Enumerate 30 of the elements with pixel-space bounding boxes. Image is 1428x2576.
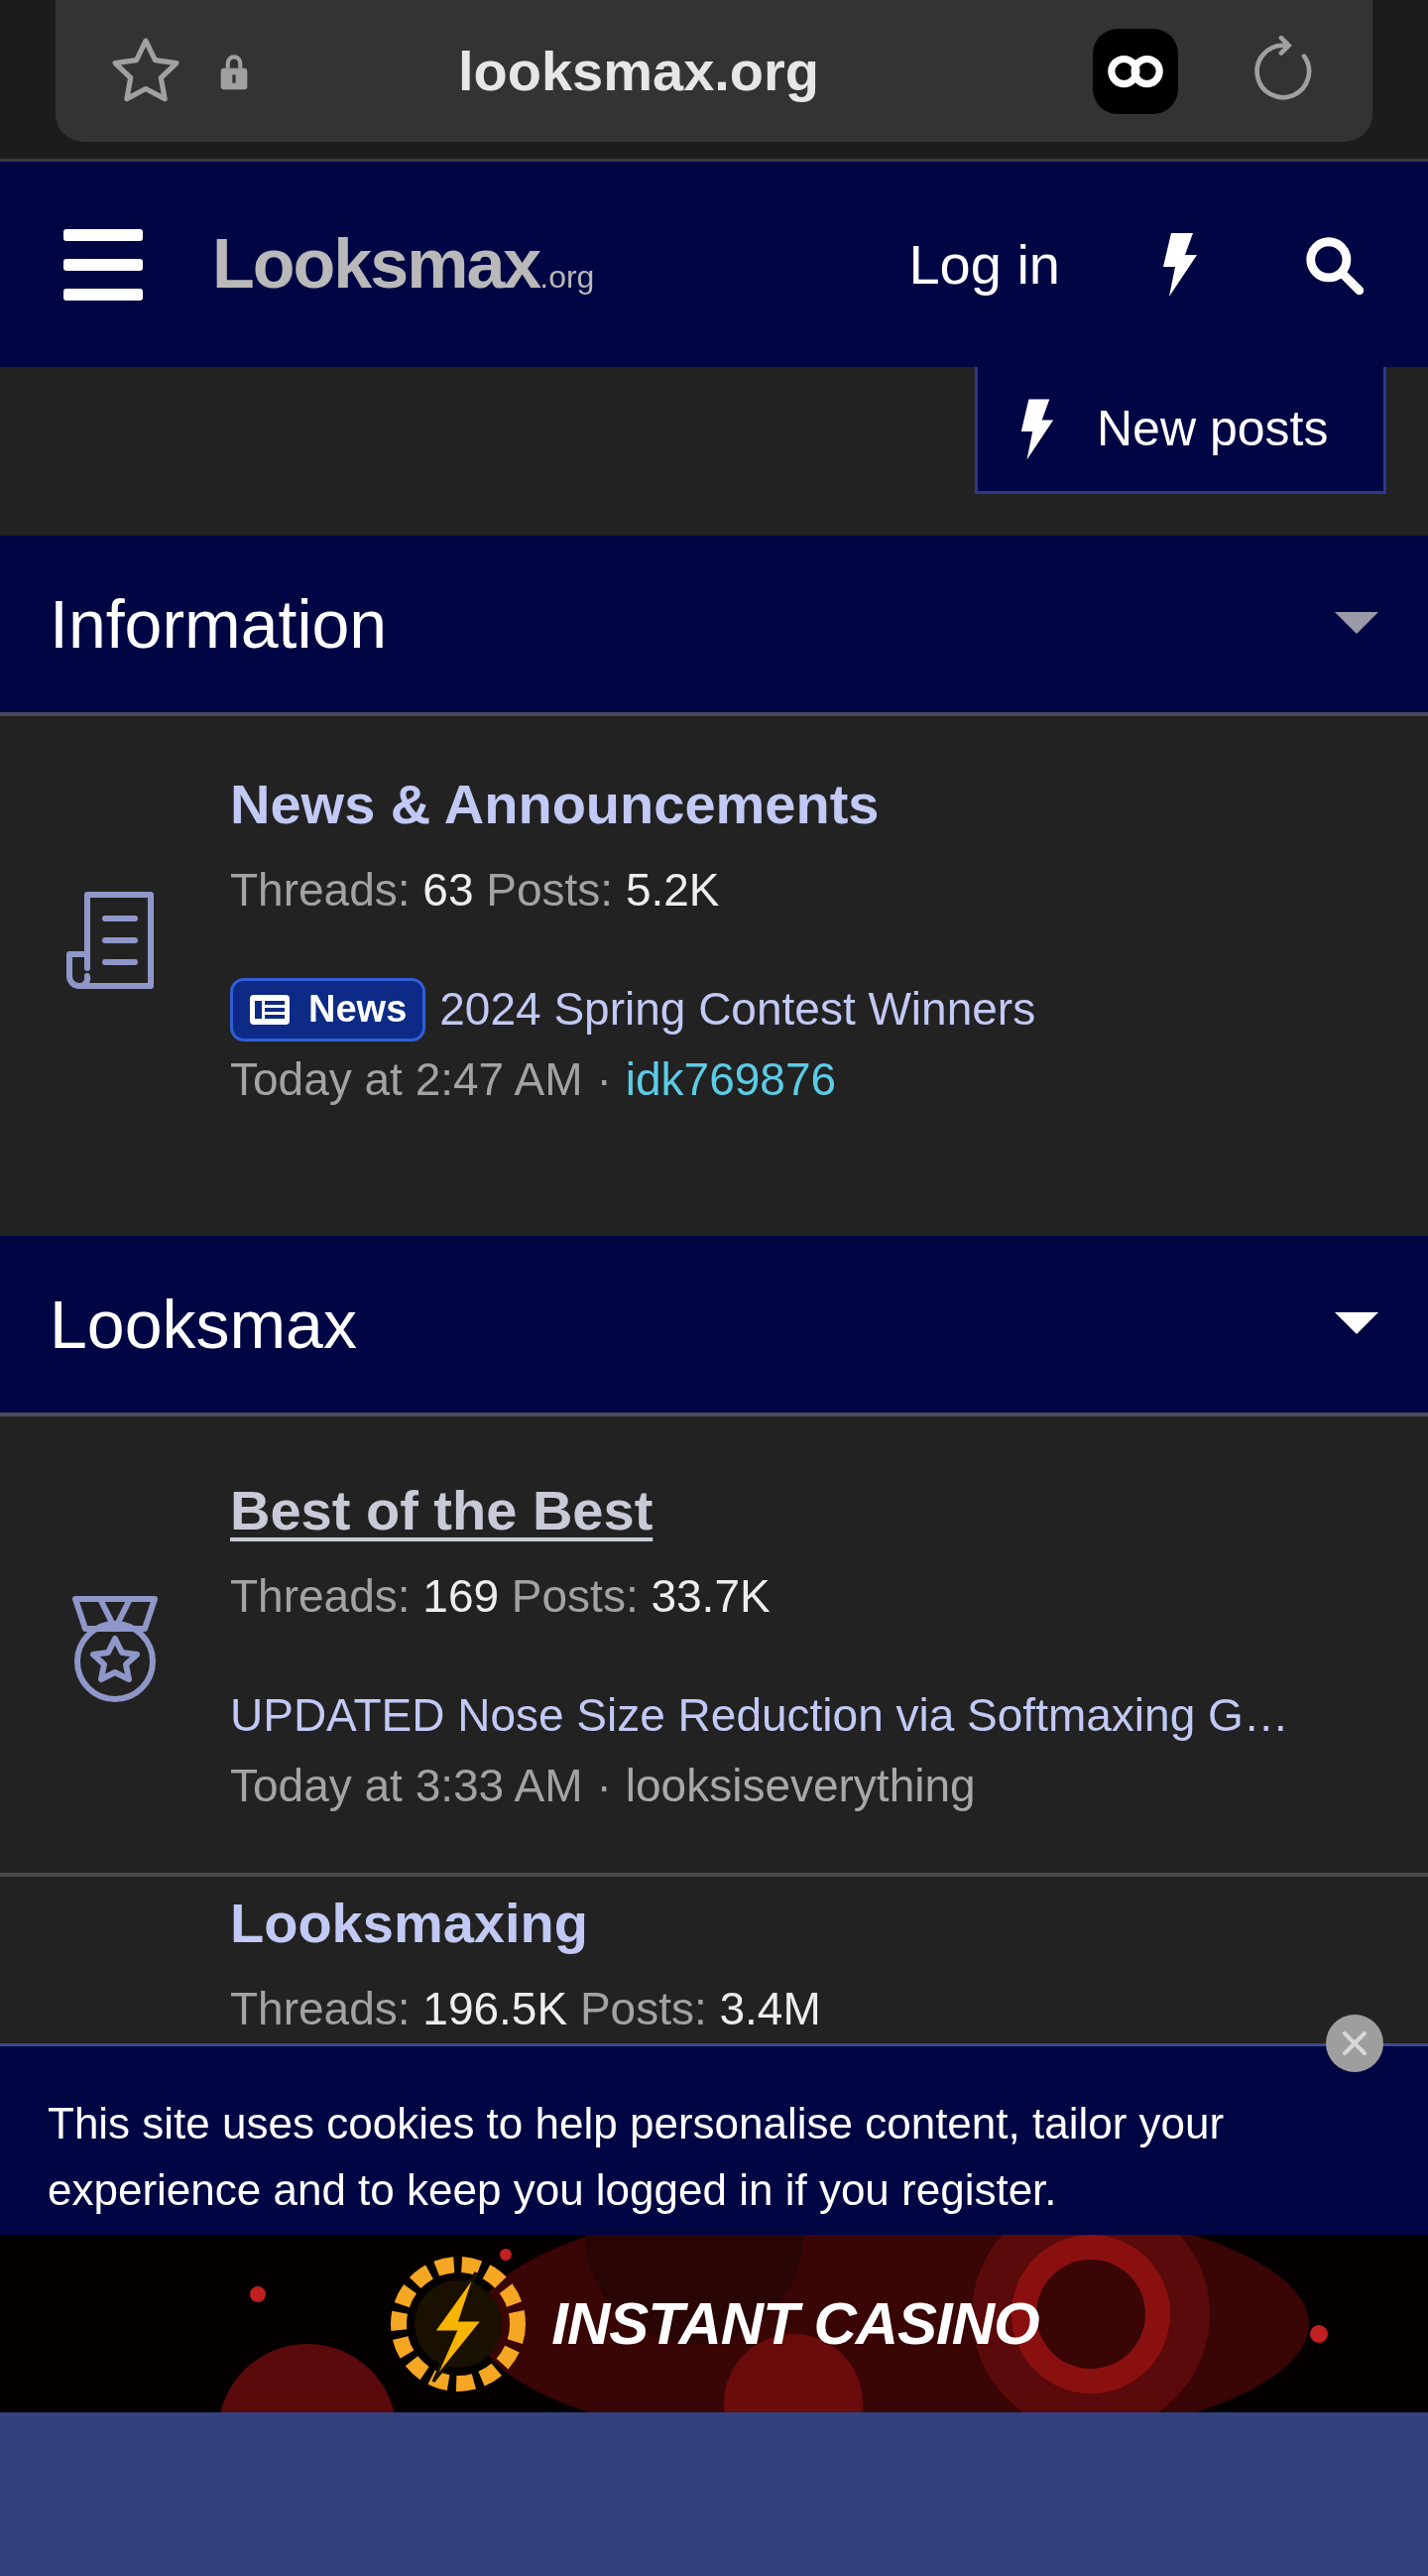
separator-dot: ·: [596, 1052, 612, 1108]
forum-stats: Threads: 63 Posts: 5.2K: [230, 863, 721, 919]
incognito-icon[interactable]: [1093, 28, 1178, 114]
forum-title-link[interactable]: Looksmaxing: [230, 1882, 821, 1963]
menu-icon[interactable]: [63, 228, 143, 301]
newspaper-icon: [249, 994, 291, 1025]
forum-stats: Threads: 196.5K Posts: 3.4M: [230, 1981, 821, 2036]
login-link[interactable]: Log in: [908, 222, 1060, 307]
site-logo[interactable]: Looksmax.org: [212, 212, 595, 316]
new-posts-button[interactable]: New posts: [975, 367, 1386, 494]
ad-brand-text: INSTANT CASINO: [551, 2288, 1039, 2359]
lightning-chip-icon: [389, 2254, 529, 2393]
author-link[interactable]: idk769876: [625, 1043, 837, 1117]
post-time: Today at 3:33 AM: [230, 1758, 583, 1813]
author-link[interactable]: looksiseverything: [625, 1749, 976, 1823]
close-icon[interactable]: [1325, 2014, 1384, 2073]
post-time: Today at 2:47 AM: [230, 1052, 583, 1108]
separator-dot: ·: [596, 1758, 612, 1813]
forum-title-link[interactable]: Best of the Best: [230, 1469, 1289, 1550]
news-label: News: [230, 977, 426, 1042]
category-header[interactable]: Looksmax: [0, 1235, 1428, 1416]
caret-down-icon[interactable]: [1335, 1311, 1378, 1336]
thread-title-link[interactable]: UPDATED Nose Size Reduction via Softmaxing G…: [230, 1680, 1289, 1750]
address-bar[interactable]: looksmax.org: [56, 0, 1372, 142]
forum-stats: Threads: 169 Posts: 33.7K: [230, 1568, 772, 1624]
forum-title-link[interactable]: News & Announcements: [230, 764, 1036, 845]
caret-down-icon[interactable]: [1335, 612, 1378, 636]
thread-title-link[interactable]: 2024 Spring Contest Winners: [439, 975, 1036, 1044]
category-header[interactable]: Information: [0, 536, 1428, 716]
cookie-notice: This site uses cookies to help personalise content, tailor your experience and to keep you logged in if you register.: [0, 2043, 1428, 2235]
